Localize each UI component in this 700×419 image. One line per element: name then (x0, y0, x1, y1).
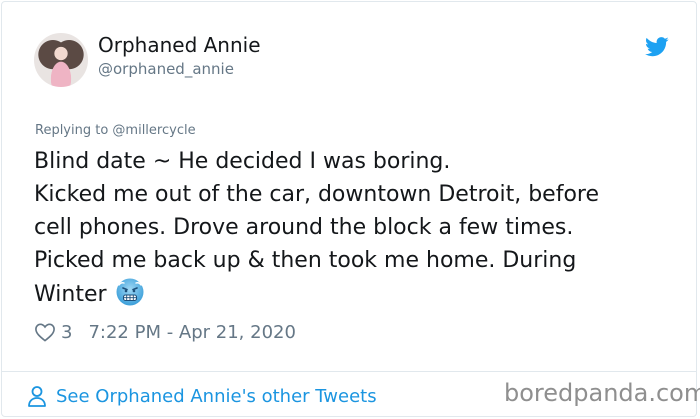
tweet-body-last-line: Winter (34, 277, 674, 311)
author-handle[interactable]: @orphaned_annie (98, 60, 234, 78)
avatar[interactable] (34, 33, 88, 87)
tweet-body-line: Blind date ~ He decided I was boring. (34, 149, 451, 174)
see-other-tweets-label[interactable]: See Orphaned Annie's other Tweets (56, 386, 377, 407)
tweet-body: Blind date ~ He decided I was boring. Ki… (34, 145, 674, 311)
tweet-body-line: cell phones. Drove around the block a fe… (34, 215, 574, 240)
like-count[interactable]: 3 (61, 322, 72, 343)
author-name[interactable]: Orphaned Annie (98, 33, 261, 57)
divider (2, 371, 696, 372)
tweet-body-line: Kicked me out of the car, downtown Detro… (34, 182, 599, 207)
twitter-bird-icon[interactable] (645, 37, 669, 57)
tweet-meta: 3 7:22 PM - Apr 21, 2020 (34, 320, 296, 344)
cold-face-icon (116, 278, 144, 306)
replying-to[interactable]: Replying to @millercycle (35, 123, 196, 138)
see-other-tweets-link[interactable]: See Orphaned Annie's other Tweets (27, 383, 377, 409)
watermark: boredpanda.com (504, 379, 700, 407)
timestamp[interactable]: 7:22 PM - Apr 21, 2020 (88, 322, 295, 343)
tweet-body-line: Winter (34, 282, 107, 307)
heart-icon[interactable] (34, 322, 56, 342)
tweet-card: Orphaned Annie @orphaned_annie Replying … (1, 1, 697, 417)
person-icon (28, 386, 46, 407)
tweet-body-line: Picked me back up & then took me home. D… (34, 248, 577, 273)
